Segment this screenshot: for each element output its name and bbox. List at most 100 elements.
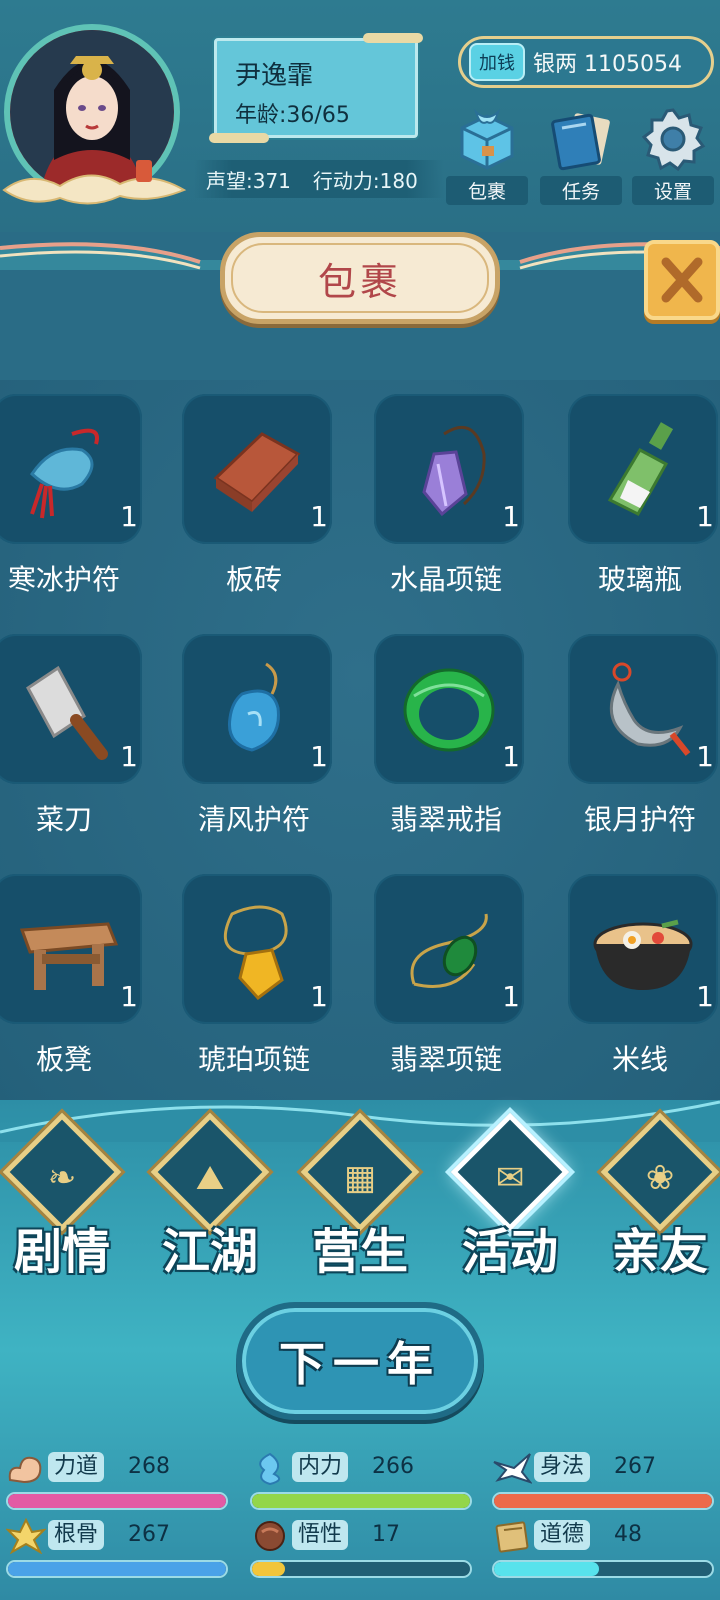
- inventory-item[interactable]: 1 玻璃瓶: [560, 380, 720, 610]
- action-points-value: 行动力:180: [312, 168, 418, 193]
- attribute-constitution: 根骨 267: [4, 1518, 230, 1582]
- morality-book-icon: [495, 1521, 529, 1553]
- nav-friends[interactable]: ❀ 亲友: [590, 1112, 720, 1280]
- nav-jianghu-label: 江湖: [161, 1224, 258, 1280]
- attribute-value: 267: [128, 1522, 170, 1547]
- item-name: 清风护符: [197, 803, 310, 836]
- attribute-label: 内力: [292, 1452, 349, 1482]
- item-count: 1: [502, 740, 520, 773]
- panel-title: 包裹: [317, 259, 402, 304]
- next-year-label: 下一年: [279, 1337, 441, 1391]
- item-count: 1: [120, 980, 138, 1013]
- attribute-bar: [492, 1560, 714, 1578]
- item-name: 板凳: [35, 1043, 92, 1076]
- close-button[interactable]: [644, 240, 720, 320]
- inventory-item[interactable]: 1 菜刀: [0, 620, 144, 850]
- attribute-bar: [250, 1560, 472, 1578]
- item-count: 1: [120, 740, 138, 773]
- silver-amount: 银两 1105054: [533, 52, 682, 77]
- item-name: 水晶项链: [389, 563, 502, 596]
- inventory-grid[interactable]: 1 寒冰护符 1 板砖 1 水晶项链 1 玻璃瓶 1 菜刀 1 清风护符 1 翡…: [0, 380, 720, 1120]
- bundle-icon: [452, 104, 522, 174]
- bundle-button[interactable]: 包裹: [446, 104, 528, 205]
- nav-friends-label: 亲友: [611, 1224, 708, 1280]
- item-name: 翡翠戒指: [389, 803, 502, 836]
- attribute-value: 17: [372, 1522, 400, 1547]
- header-bar: 尹逸霏 年龄:36/65 声望:371 行动力:180 加钱 银两 110505…: [0, 0, 720, 232]
- attribute-value: 268: [128, 1454, 170, 1479]
- item-count: 1: [696, 740, 714, 773]
- jianghu-glyph: ⛰: [195, 1158, 225, 1198]
- nav-livelihood[interactable]: ▦ 营生: [290, 1112, 430, 1280]
- player-stats-strip: 声望:371 行动力:180: [194, 160, 444, 198]
- item-name: 米线: [611, 1043, 668, 1076]
- nav-activity[interactable]: ✉ 活动: [440, 1112, 580, 1280]
- attribute-agility: 身法 267: [490, 1450, 716, 1514]
- item-count: 1: [696, 500, 714, 533]
- insight-head-icon: [255, 1521, 285, 1551]
- item-name: 寒冰护符: [7, 563, 120, 596]
- attribute-bar: [6, 1492, 228, 1510]
- inventory-item[interactable]: 1 水晶项链: [366, 380, 526, 610]
- reputation-value: 声望:371: [206, 168, 291, 193]
- settings-button[interactable]: 设置: [632, 104, 714, 205]
- inventory-item[interactable]: 1 翡翠戒指: [366, 620, 526, 850]
- attribute-bar-fill: [252, 1494, 470, 1508]
- attribute-label: 力道: [48, 1452, 105, 1482]
- attribute-inner-energy: 内力 266: [248, 1450, 474, 1514]
- attribute-morality: 道德 48: [490, 1518, 716, 1582]
- inventory-item[interactable]: 1 清风护符: [174, 620, 334, 850]
- attribute-label: 根骨: [48, 1520, 105, 1550]
- task-button[interactable]: 任务: [540, 104, 622, 205]
- friends-glyph: ❀: [645, 1158, 675, 1198]
- task-label: 任务: [540, 176, 622, 205]
- item-name: 琥珀项链: [197, 1043, 310, 1076]
- item-count: 1: [502, 500, 520, 533]
- next-year-button[interactable]: 下一年: [236, 1302, 484, 1420]
- nav-livelihood-label: 营生: [311, 1224, 408, 1280]
- cloud-lantern-decoration: [2, 160, 187, 205]
- attribute-bar: [6, 1560, 228, 1578]
- attribute-label: 道德: [534, 1520, 591, 1550]
- bone-aura-icon: [6, 1518, 46, 1554]
- swallow-icon: [493, 1453, 532, 1484]
- item-count: 1: [502, 980, 520, 1013]
- gear-icon: [638, 104, 708, 174]
- attribute-label: 身法: [534, 1452, 591, 1482]
- scroll-ornament: [363, 33, 423, 43]
- item-name: 玻璃瓶: [597, 563, 682, 596]
- panel-title-plaque: 包裹: [220, 232, 500, 324]
- scroll-ornament: [209, 133, 269, 143]
- inventory-item[interactable]: 1 米线: [560, 860, 720, 1090]
- item-count: 1: [310, 740, 328, 773]
- attribute-bar-fill: [252, 1562, 285, 1576]
- item-name: 菜刀: [35, 803, 92, 836]
- attribute-strength: 力道 268: [4, 1450, 230, 1514]
- item-count: 1: [120, 500, 138, 533]
- player-info-panel: 尹逸霏 年龄:36/65: [209, 33, 423, 143]
- nav-jianghu[interactable]: ⛰ 江湖: [140, 1112, 280, 1280]
- attribute-value: 266: [372, 1454, 414, 1479]
- strength-arm-icon: [8, 1456, 42, 1484]
- add-money-button[interactable]: 加钱: [469, 43, 525, 81]
- close-x-icon: [661, 257, 703, 303]
- attribute-bar-fill: [8, 1562, 226, 1576]
- attribute-bar-fill: [8, 1494, 226, 1508]
- inventory-item[interactable]: 1 翡翠项链: [366, 860, 526, 1090]
- nav-story-label: 剧情: [13, 1224, 110, 1280]
- attribute-bar: [250, 1492, 472, 1510]
- inventory-item[interactable]: 1 琥珀项链: [174, 860, 334, 1090]
- inner-energy-icon: [259, 1452, 281, 1486]
- item-name: 银月护符: [583, 803, 696, 836]
- attribute-bar-fill: [494, 1494, 712, 1508]
- attribute-insight: 悟性 17: [248, 1518, 474, 1582]
- inventory-item[interactable]: 1 寒冰护符: [0, 380, 144, 610]
- story-glyph: ❧: [47, 1158, 77, 1198]
- attribute-value: 48: [614, 1522, 642, 1547]
- item-count: 1: [310, 980, 328, 1013]
- nav-story[interactable]: ❧ 剧情: [0, 1112, 132, 1280]
- inventory-item[interactable]: 1 板砖: [174, 380, 334, 610]
- item-count: 1: [310, 500, 328, 533]
- inventory-item[interactable]: 1 板凳: [0, 860, 144, 1090]
- inventory-item[interactable]: 1 银月护符: [560, 620, 720, 850]
